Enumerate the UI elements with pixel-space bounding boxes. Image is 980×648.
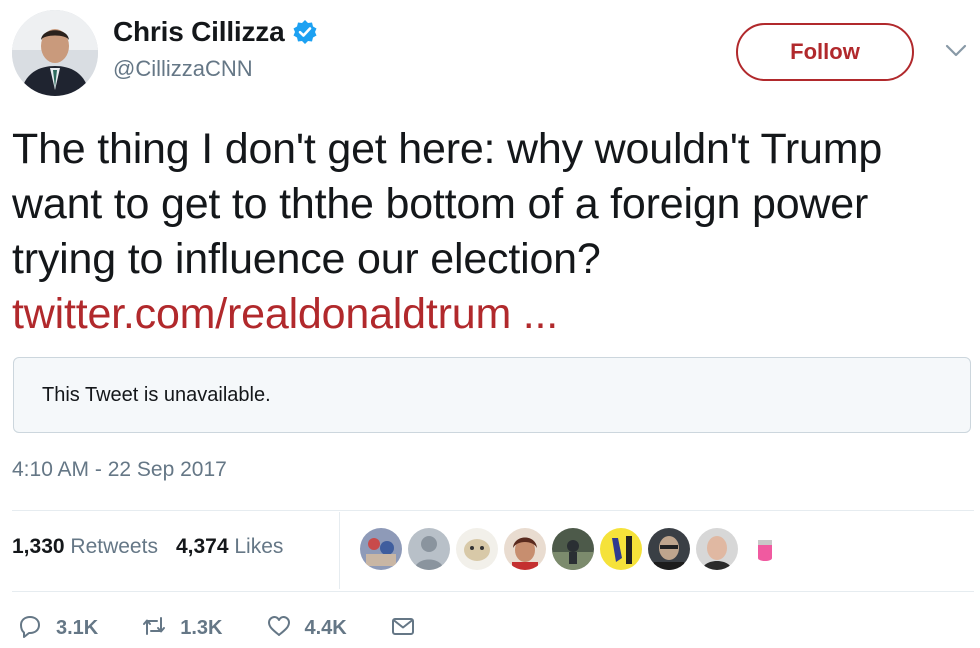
tweet-header: Chris Cillizza @CillizzaCNN Follow xyxy=(0,0,980,105)
author-handle[interactable]: @CillizzaCNN xyxy=(113,56,253,82)
retweets-stat[interactable]: 1,330 Retweets xyxy=(12,535,158,559)
tweet-stats: 1,330 Retweets 4,374 Likes xyxy=(12,535,283,559)
tweet-text: The thing I don't get here: why wouldn't… xyxy=(12,122,962,342)
chevron-down-icon[interactable] xyxy=(944,40,968,60)
retweet-count: 1.3K xyxy=(180,617,223,639)
retweet-button[interactable]: 1.3K xyxy=(140,612,223,645)
direct-message-button[interactable] xyxy=(389,612,417,645)
liker-avatars xyxy=(360,528,786,570)
liker-avatar[interactable] xyxy=(696,528,738,570)
retweet-icon xyxy=(140,612,168,645)
stats-separator xyxy=(339,512,340,589)
verified-badge-icon xyxy=(292,19,318,45)
reply-icon xyxy=(16,612,44,645)
tweet-link[interactable]: twitter.com/realdonaldtrum ... xyxy=(12,290,558,338)
tweet-actions: 3.1K 1.3K 4.4K xyxy=(16,612,459,645)
liker-avatar[interactable] xyxy=(600,528,642,570)
author-avatar[interactable] xyxy=(12,10,98,96)
like-count: 4.4K xyxy=(304,617,347,639)
likes-stat[interactable]: 4,374 Likes xyxy=(176,535,283,559)
reply-count: 3.1K xyxy=(56,617,99,639)
liker-avatar[interactable] xyxy=(504,528,546,570)
direct-message-icon xyxy=(389,612,417,645)
quoted-tweet-card: This Tweet is unavailable. xyxy=(13,357,971,433)
liker-avatar[interactable] xyxy=(648,528,690,570)
like-button[interactable]: 4.4K xyxy=(265,612,347,645)
like-icon xyxy=(265,612,293,645)
quoted-tweet-message: This Tweet is unavailable. xyxy=(42,384,271,406)
tweet-body: The thing I don't get here: why wouldn't… xyxy=(12,125,883,283)
liker-avatar[interactable] xyxy=(360,528,402,570)
liker-avatar[interactable] xyxy=(552,528,594,570)
liker-avatar[interactable] xyxy=(456,528,498,570)
likes-label: Likes xyxy=(234,535,284,558)
reply-button[interactable]: 3.1K xyxy=(16,612,98,645)
follow-button[interactable]: Follow xyxy=(736,23,914,81)
divider xyxy=(12,510,974,511)
retweets-count: 1,330 xyxy=(12,535,65,558)
author-name[interactable]: Chris Cillizza xyxy=(113,16,285,48)
divider xyxy=(12,591,974,592)
retweets-label: Retweets xyxy=(70,535,158,558)
liker-avatar[interactable] xyxy=(408,528,450,570)
tweet-timestamp[interactable]: 4:10 AM - 22 Sep 2017 xyxy=(12,458,227,482)
likes-count: 4,374 xyxy=(175,535,229,558)
liker-avatar[interactable] xyxy=(744,528,786,570)
